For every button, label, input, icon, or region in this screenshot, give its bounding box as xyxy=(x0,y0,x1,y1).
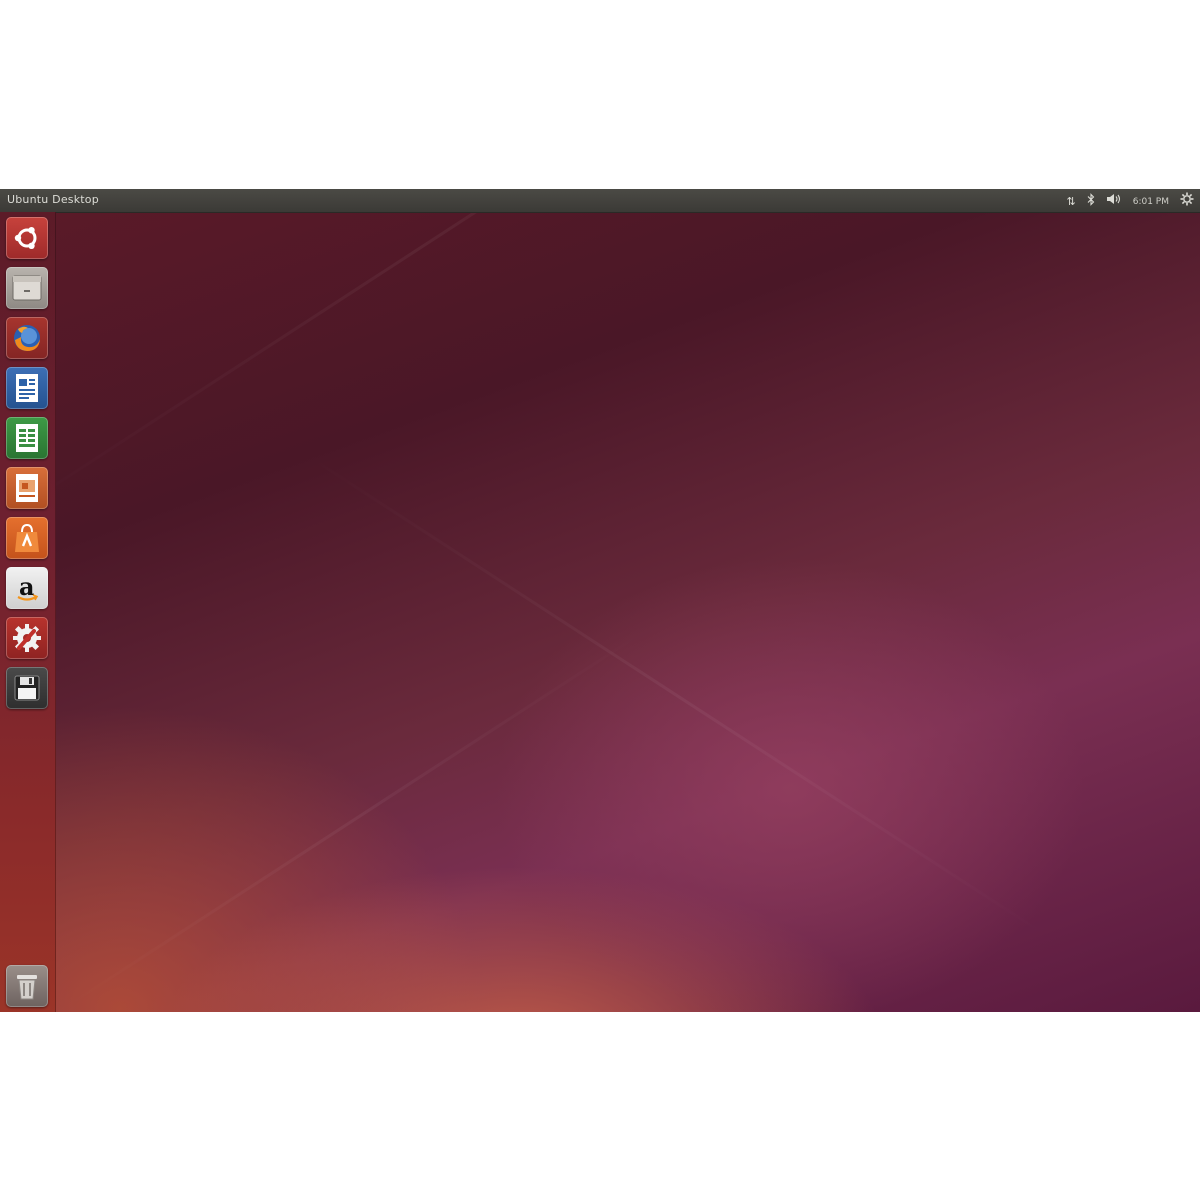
clock-label[interactable]: 6:01 PM xyxy=(1133,194,1169,210)
impress-presentation-icon xyxy=(13,472,41,504)
calc-spreadsheet-icon xyxy=(13,422,41,454)
wallpaper-ridge xyxy=(60,627,649,1012)
ubuntu-logo-icon xyxy=(12,223,42,253)
top-panel: Ubuntu Desktop ⇅ 6:01 PM xyxy=(0,189,1200,213)
indicator-area: ⇅ 6:01 PM xyxy=(1067,192,1194,211)
launcher-item-system-settings[interactable] xyxy=(6,617,48,659)
launcher-item-software-center[interactable] xyxy=(6,517,48,559)
launcher-item-removable-drive[interactable] xyxy=(6,667,48,709)
firefox-icon xyxy=(10,321,44,355)
wallpaper-ridge xyxy=(0,189,841,522)
network-arrows-icon[interactable]: ⇅ xyxy=(1067,194,1076,210)
launcher-item-amazon[interactable]: a xyxy=(6,567,48,609)
launcher: a xyxy=(0,212,56,1012)
launcher-item-writer[interactable] xyxy=(6,367,48,409)
settings-wrench-gear-icon xyxy=(10,621,44,655)
shopping-bag-icon xyxy=(12,522,42,554)
gear-power-icon[interactable] xyxy=(1180,192,1194,211)
floppy-drive-icon xyxy=(12,673,42,703)
ubuntu-screen: Ubuntu Desktop ⇅ 6:01 PM a xyxy=(0,189,1200,1012)
amazon-icon: a xyxy=(12,572,42,604)
volume-icon[interactable] xyxy=(1106,193,1122,210)
launcher-item-trash[interactable] xyxy=(6,965,48,1007)
writer-document-icon xyxy=(13,372,41,404)
launcher-item-firefox[interactable] xyxy=(6,317,48,359)
desktop-wallpaper[interactable] xyxy=(0,189,1200,1012)
launcher-item-dash[interactable] xyxy=(6,217,48,259)
wallpaper-ridge xyxy=(298,449,1055,942)
launcher-item-impress[interactable] xyxy=(6,467,48,509)
file-manager-icon xyxy=(11,273,43,303)
window-title: Ubuntu Desktop xyxy=(7,193,99,206)
bluetooth-icon[interactable] xyxy=(1087,192,1095,211)
launcher-item-files[interactable] xyxy=(6,267,48,309)
trash-icon xyxy=(13,970,41,1002)
launcher-item-calc[interactable] xyxy=(6,417,48,459)
